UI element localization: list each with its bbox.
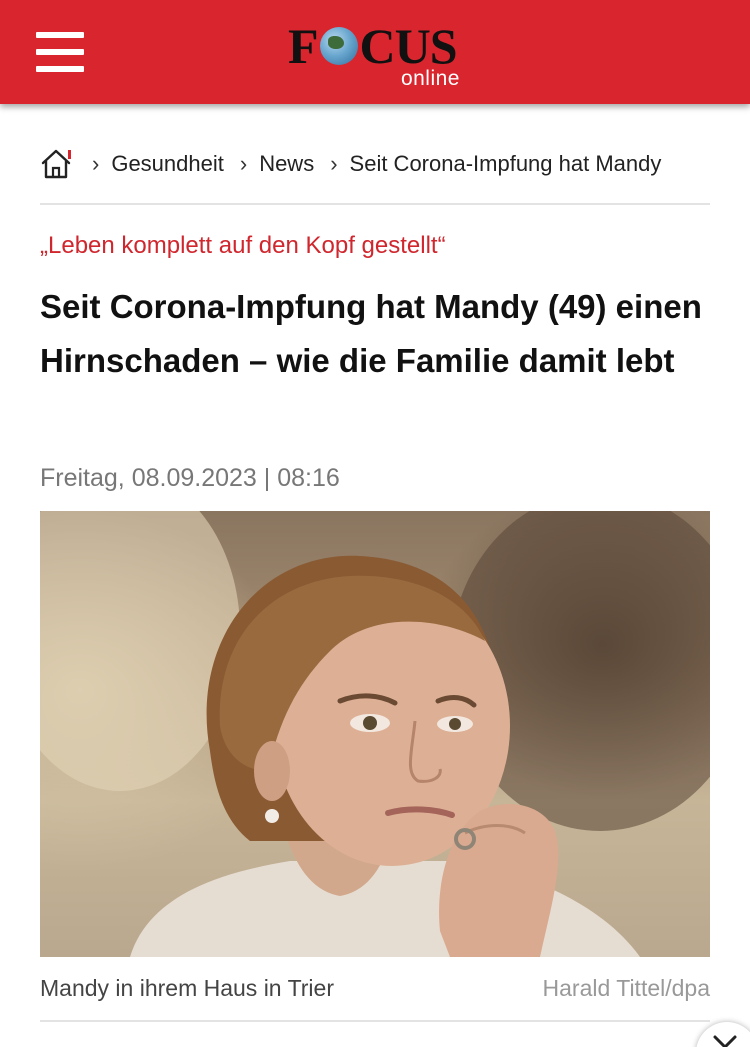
article-date: Freitag, 08.09.2023 | 08:16	[40, 464, 340, 492]
focus-online-logo[interactable]: F CUS online	[288, 20, 468, 92]
article-photo[interactable]	[40, 511, 710, 957]
chevron-right-icon: ›	[330, 151, 338, 176]
chevron-down-icon	[713, 1035, 737, 1047]
collapse-button[interactable]	[696, 1022, 750, 1047]
photo-caption-row: Mandy in ihrem Haus in Trier Harald Titt…	[40, 971, 710, 1005]
photo-caption: Mandy in ihrem Haus in Trier	[40, 975, 334, 1001]
header-logo-tab	[270, 96, 480, 104]
breadcrumb-item-current: Seit Corona-Impfung hat Mandy	[349, 151, 662, 176]
hamburger-menu-icon[interactable]	[36, 32, 84, 74]
logo-online-label: online	[400, 67, 460, 90]
breadcrumb: › Gesundheit › News › Seit Corona-Impfun…	[40, 142, 710, 186]
article-headline: Seit Corona-Impfung hat Mandy (49) einen…	[40, 288, 702, 379]
home-icon[interactable]	[40, 148, 72, 180]
menu-bar	[36, 66, 84, 72]
portrait-illustration	[40, 511, 710, 957]
site-header: F CUS online	[0, 0, 750, 104]
divider	[40, 1020, 710, 1022]
chevron-right-icon: ›	[92, 151, 100, 176]
logo-wordmark: F CUS	[288, 18, 458, 74]
breadcrumb-fade	[670, 142, 710, 186]
menu-bar	[36, 49, 84, 55]
menu-bar	[36, 32, 84, 38]
photo-credit: Harald Tittel/dpa	[542, 975, 710, 1001]
breadcrumb-item-gesundheit[interactable]: Gesundheit	[111, 151, 224, 177]
chevron-right-icon: ›	[239, 151, 248, 176]
article-kicker: „Leben komplett auf den Kopf gestellt“	[40, 232, 446, 259]
breadcrumb-item-news[interactable]: News	[259, 151, 314, 177]
divider	[40, 203, 710, 205]
globe-icon	[319, 27, 358, 65]
